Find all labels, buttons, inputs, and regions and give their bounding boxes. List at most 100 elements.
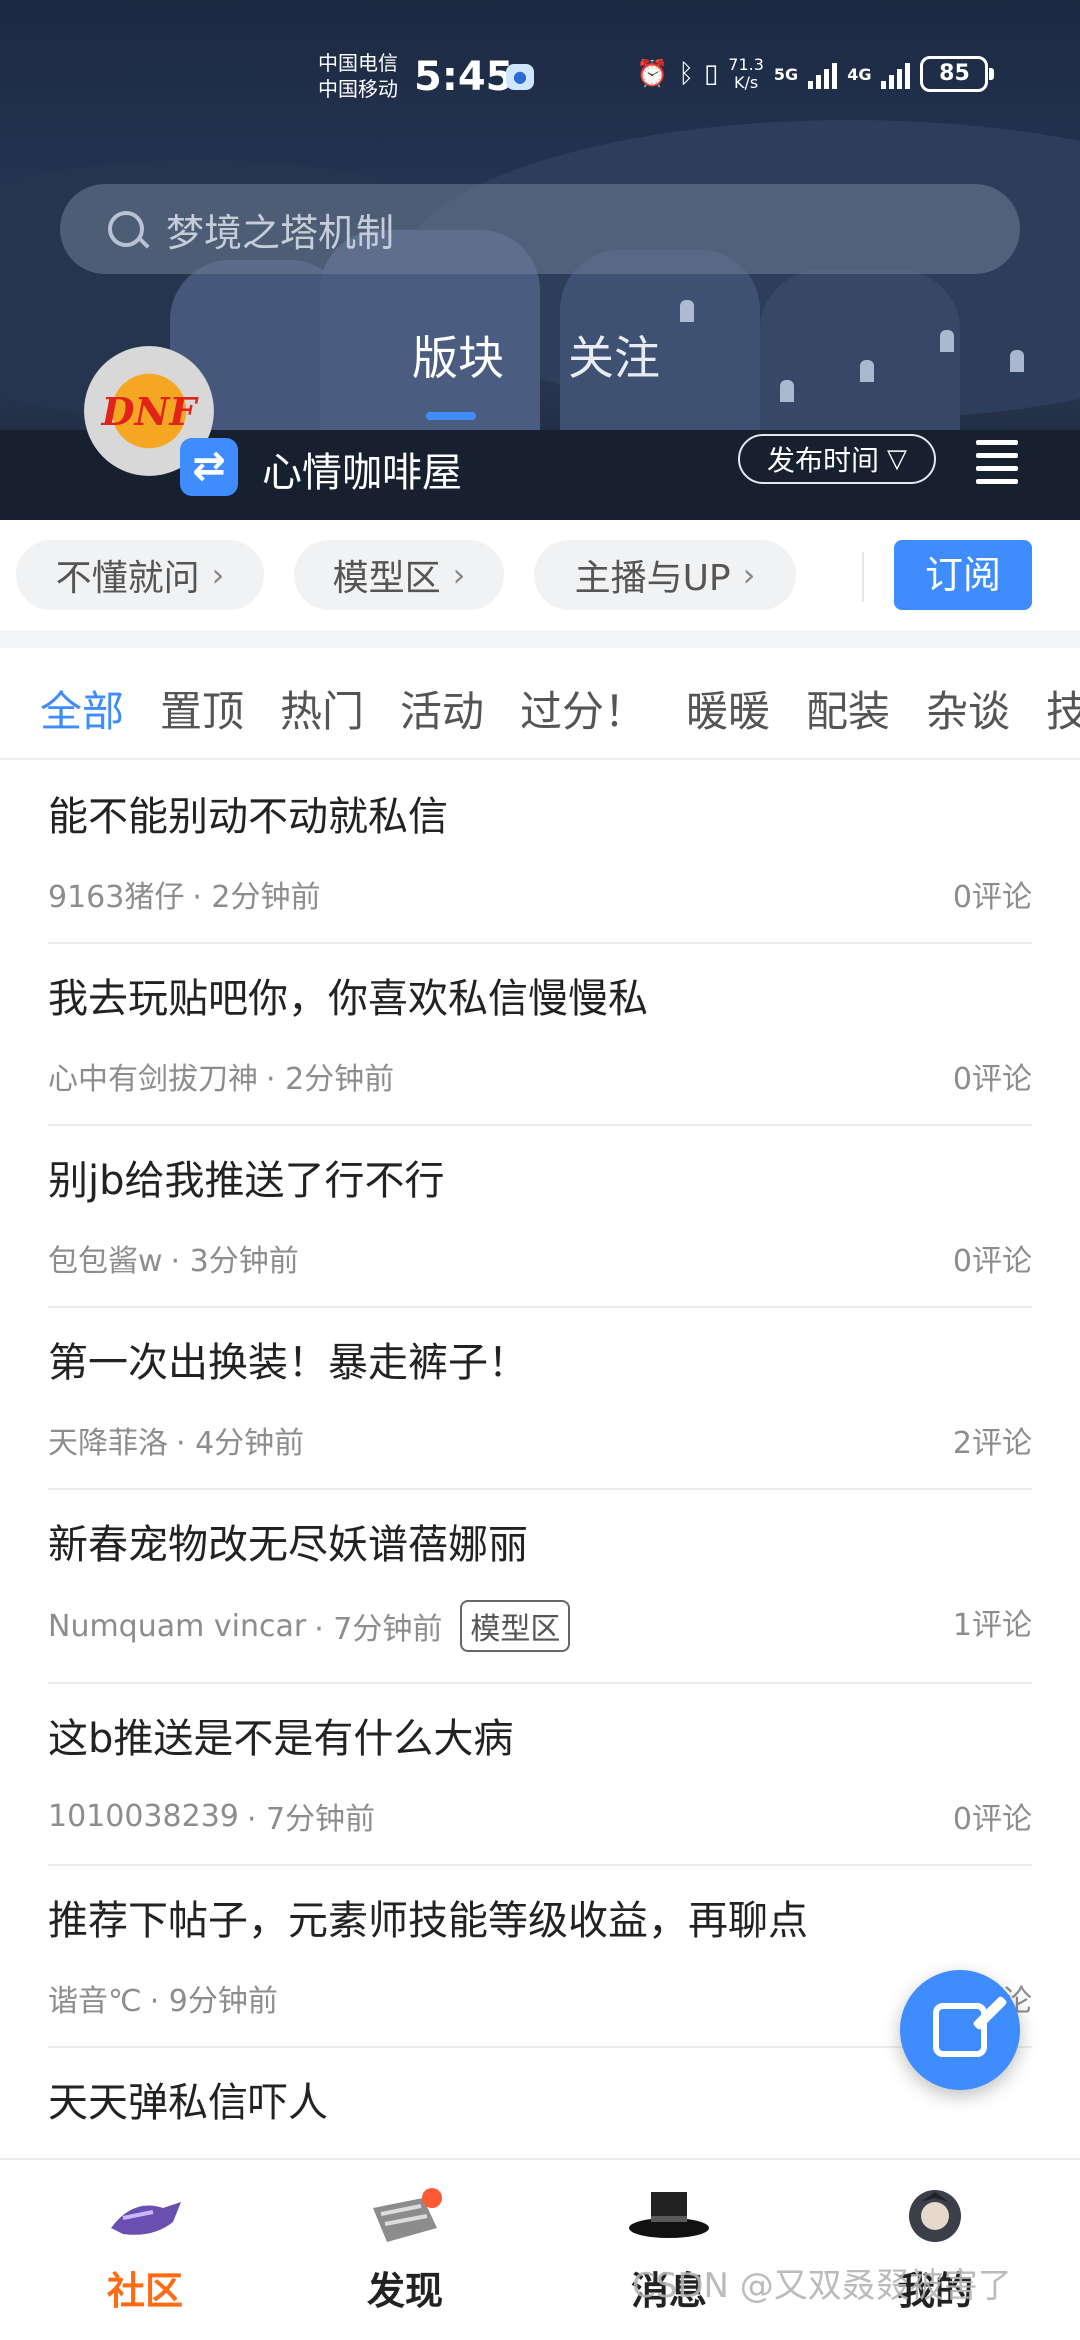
forum-logo-text: DNF bbox=[101, 388, 197, 434]
post-meta: 天降菲洛 · 4分钟前 bbox=[48, 1418, 304, 1462]
carrier-info: 中国电信 中国移动 bbox=[318, 50, 398, 102]
post-item[interactable]: 推荐下帖子，元素师技能等级收益，再聊点 谐音℃ · 9分钟前 评论 bbox=[48, 1866, 1032, 2048]
post-author: 1010038239 bbox=[48, 1798, 239, 1834]
post-title: 天天弹私信吓人 bbox=[48, 2080, 328, 2126]
bottom-navigation: 社区 发现 消息 我的 bbox=[0, 2158, 1080, 2340]
post-time: · 9分钟前 bbox=[149, 1984, 278, 2019]
post-author: Numquam vincar bbox=[48, 1608, 307, 1644]
post-item[interactable]: 天天弹私信吓人 bbox=[48, 2048, 1032, 2158]
filter-pinned[interactable]: 置顶 bbox=[160, 678, 244, 739]
post-comments: 0评论 bbox=[952, 1062, 1032, 1097]
net-5g-label: 5G bbox=[773, 64, 799, 84]
search-icon bbox=[108, 211, 144, 247]
tab-follow[interactable]: 关注 bbox=[568, 322, 660, 388]
clock: 5:45 bbox=[414, 54, 514, 100]
avatar bbox=[909, 2190, 961, 2242]
filter-events[interactable]: 活动 bbox=[400, 678, 484, 739]
signal-4g-icon bbox=[881, 59, 911, 89]
banner-window bbox=[1010, 350, 1024, 372]
filter-chat[interactable]: 杂谈 bbox=[926, 678, 1010, 739]
post-author: 天降菲洛 bbox=[48, 1426, 168, 1461]
section-separator bbox=[0, 630, 1080, 648]
post-item[interactable]: 能不能别动不动就私信 9163猪仔 · 2分钟前 0评论 bbox=[48, 762, 1032, 944]
watermark: CSDN @又双叒叕被害了 bbox=[632, 2266, 1012, 2306]
vibrate-icon: ▯ bbox=[703, 59, 719, 89]
post-author: 包包酱w bbox=[48, 1244, 163, 1279]
post-title: 别jb给我推送了行不行 bbox=[48, 1158, 445, 1204]
search-placeholder: 梦境之塔机制 bbox=[166, 210, 395, 255]
carrier-1: 中国电信 bbox=[318, 51, 398, 75]
post-time: · 2分钟前 bbox=[192, 880, 321, 915]
forum-header-banner: 中国电信 中国移动 5:45 ● ⏰ ᛒ ▯ 71.3 K/s 5G 4G 85 bbox=[0, 0, 1080, 520]
post-time: · 4分钟前 bbox=[176, 1426, 305, 1461]
sort-by-time-button[interactable]: 发布时间 ▽ bbox=[738, 434, 936, 484]
category-chips-row: 不懂就问 › 模型区 › 主播与UP › 订阅 bbox=[0, 520, 1080, 630]
net-speed-value: 71.3 bbox=[728, 55, 764, 74]
post-item[interactable]: 第一次出换装！暴走裤子！ 天降菲洛 · 4分钟前 2评论 bbox=[48, 1308, 1032, 1490]
community-icon bbox=[111, 2202, 181, 2235]
post-time: · 3分钟前 bbox=[170, 1244, 299, 1279]
chip-label: 模型区 bbox=[332, 558, 441, 599]
message-notification-icon: ● bbox=[506, 64, 534, 90]
post-comments: 1评论 bbox=[952, 1608, 1032, 1643]
post-title: 能不能别动不动就私信 bbox=[48, 794, 448, 840]
messages-icon bbox=[629, 2192, 709, 2238]
post-time: · 7分钟前 bbox=[314, 1612, 443, 1647]
net-4g-label: 4G bbox=[847, 64, 872, 84]
post-time: · 2分钟前 bbox=[266, 1062, 395, 1097]
filter-too-much[interactable]: 过分！ bbox=[520, 678, 646, 739]
nav-community[interactable]: 社区 bbox=[70, 2188, 220, 2315]
filter-hot[interactable]: 热门 bbox=[280, 678, 364, 739]
search-bar[interactable]: 梦境之塔机制 bbox=[60, 184, 1020, 274]
nav-discover[interactable]: 发现 bbox=[330, 2188, 480, 2315]
post-meta: 1010038239 · 7分钟前 bbox=[48, 1794, 375, 1838]
chips-fade bbox=[800, 540, 860, 610]
chip-label: 主播与UP bbox=[574, 558, 731, 599]
banner-window bbox=[940, 330, 954, 352]
post-item[interactable]: 别jb给我推送了行不行 包包酱w · 3分钟前 0评论 bbox=[48, 1126, 1032, 1308]
filter-equipment[interactable]: 配装 bbox=[806, 678, 890, 739]
chip-streamer[interactable]: 主播与UP › bbox=[534, 540, 796, 610]
post-item[interactable]: 新春宠物改无尽妖谱蓓娜丽 Numquam vincar · 7分钟前 模型区 1… bbox=[48, 1490, 1032, 1684]
filter-icon: ▽ bbox=[887, 444, 907, 474]
post-title: 推荐下帖子，元素师技能等级收益，再聊点 bbox=[48, 1898, 808, 1944]
post-filter-tabs: 全部 置顶 热门 活动 过分！ 暖暖 配装 杂谈 技 bbox=[0, 648, 1080, 760]
status-icons: ⏰ ᛒ ▯ 71.3 K/s 5G 4G 85 bbox=[636, 55, 995, 92]
alarm-icon: ⏰ bbox=[636, 59, 669, 89]
filter-all[interactable]: 全部 bbox=[40, 678, 124, 739]
subscribe-button[interactable]: 订阅 bbox=[894, 540, 1032, 610]
banner-window bbox=[780, 380, 794, 402]
post-time: · 7分钟前 bbox=[246, 1802, 376, 1837]
bluetooth-icon: ᛒ bbox=[678, 59, 694, 89]
sort-label: 发布时间 bbox=[766, 444, 879, 477]
post-comments: 0评论 bbox=[952, 1802, 1032, 1837]
tab-board[interactable]: 版块 bbox=[412, 322, 504, 388]
signal-5g-icon bbox=[808, 59, 838, 89]
notification-dot bbox=[422, 2188, 442, 2208]
net-speed-unit: K/s bbox=[734, 73, 759, 92]
chevron-right-icon: › bbox=[742, 556, 756, 594]
menu-icon[interactable] bbox=[976, 440, 1018, 492]
filter-skills[interactable]: 技 bbox=[1046, 678, 1080, 739]
switch-forum-icon[interactable]: ⇄ bbox=[180, 438, 238, 496]
banner-window bbox=[860, 360, 874, 382]
post-comments: 0评论 bbox=[952, 1244, 1032, 1279]
post-meta: 谐音℃ · 9分钟前 bbox=[48, 1976, 278, 2020]
post-author: 9163猪仔 bbox=[48, 880, 185, 915]
post-tag-badge[interactable]: 模型区 bbox=[460, 1600, 571, 1652]
chip-model[interactable]: 模型区 › bbox=[294, 540, 504, 610]
carrier-2: 中国移动 bbox=[318, 77, 398, 101]
post-item[interactable]: 我去玩贴吧你，你喜欢私信慢慢私 心中有剑拔刀神 · 2分钟前 0评论 bbox=[48, 944, 1032, 1126]
filter-nuannuan[interactable]: 暖暖 bbox=[686, 678, 770, 739]
post-title: 我去玩贴吧你，你喜欢私信慢慢私 bbox=[48, 976, 648, 1022]
post-meta: Numquam vincar · 7分钟前 模型区 bbox=[48, 1600, 571, 1652]
post-item[interactable]: 这b推送是不是有什么大病 1010038239 · 7分钟前 0评论 bbox=[48, 1684, 1032, 1866]
banner-window bbox=[680, 300, 694, 322]
forum-name[interactable]: 心情咖啡屋 bbox=[262, 440, 462, 498]
edit-icon bbox=[933, 2003, 987, 2057]
chip-ask[interactable]: 不懂就问 › bbox=[16, 540, 264, 610]
post-comments: 0评论 bbox=[952, 880, 1032, 915]
chevron-right-icon: › bbox=[211, 556, 225, 594]
compose-post-button[interactable] bbox=[900, 1970, 1020, 2090]
nav-community-label: 社区 bbox=[106, 2269, 183, 2313]
